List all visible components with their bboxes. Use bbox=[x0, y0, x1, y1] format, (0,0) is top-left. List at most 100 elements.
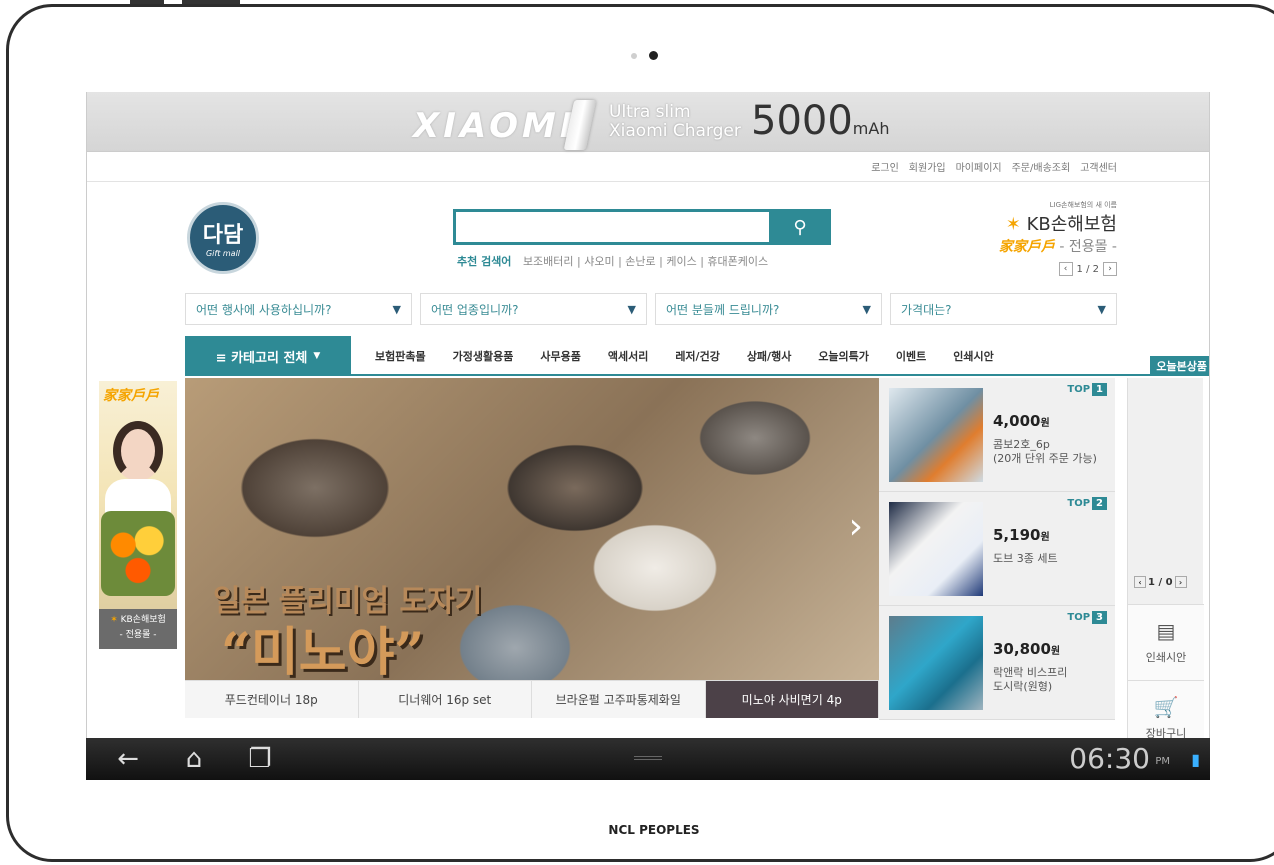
logo-text: 다담 bbox=[202, 223, 244, 248]
rank-label: TOP bbox=[1067, 612, 1091, 623]
search-button[interactable]: ⚲ bbox=[769, 209, 831, 245]
next-arrow-icon[interactable]: › bbox=[1103, 262, 1117, 276]
promo-line1: Ultra slim bbox=[609, 102, 691, 122]
rank-badge: TOP 3 bbox=[1067, 611, 1107, 624]
recent-pager: ‹ 1 / 0 › bbox=[1134, 576, 1187, 588]
site-header: 다담 Gift mall ⚲ 추천 검색어 보조배터리 | 샤오미 | 손난로 … bbox=[87, 182, 1209, 292]
nav-items: 보험판촉몰 가정생활용품 사무용품 액세서리 레저/건강 상패/행사 오늘의특가… bbox=[375, 348, 994, 364]
hero-tab-brown-pearl[interactable]: 브라운펄 고주파통제화일 bbox=[532, 681, 706, 718]
top-item[interactable]: TOP 3 30,800원 락앤락 비스프리 도시락(원형) bbox=[879, 606, 1115, 720]
rank-number: 1 bbox=[1092, 383, 1107, 396]
drawer-handle[interactable] bbox=[634, 756, 662, 760]
nav-item-household[interactable]: 가정생활용품 bbox=[453, 348, 514, 364]
rank-number: 2 bbox=[1092, 497, 1107, 510]
left-ad-kb-name: KB손해보험 bbox=[120, 615, 166, 625]
nav-item-print-proof[interactable]: 인쇄시안 bbox=[953, 348, 993, 364]
price-value: 30,800 bbox=[993, 640, 1051, 658]
filter-label: 가격대는? bbox=[901, 302, 952, 317]
recommended-keywords: 추천 검색어 보조배터리 | 샤오미 | 손난로 | 케이스 | 휴대폰케이스 bbox=[457, 253, 768, 269]
top-products: TOP 1 4,000원 콤보2호_6p (20개 단위 주문 가능) TOP 2 5… bbox=[879, 378, 1115, 720]
image-icon: ▤ bbox=[1156, 619, 1176, 643]
industry-filter[interactable]: 어떤 업종입니까? ▼ bbox=[420, 293, 647, 325]
main-nav: ≡ 카테고리 전체 ▼ 보험판촉몰 가정생활용품 사무용품 액세서리 레저/건강 … bbox=[185, 336, 1209, 376]
search-box[interactable]: ⚲ bbox=[453, 209, 831, 245]
rank-badge: TOP 1 bbox=[1067, 383, 1107, 396]
price-value: 5,190 bbox=[993, 526, 1041, 544]
top-item[interactable]: TOP 1 4,000원 콤보2호_6p (20개 단위 주문 가능) bbox=[879, 378, 1115, 492]
nav-item-accessories[interactable]: 액세서리 bbox=[608, 348, 648, 364]
mypage-link[interactable]: 마이페이지 bbox=[956, 159, 1002, 174]
status-ampm: PM bbox=[1155, 756, 1170, 767]
search-input[interactable] bbox=[456, 212, 756, 242]
price-unit: 원 bbox=[1040, 532, 1050, 543]
status-clock: 06:30 bbox=[1069, 742, 1150, 775]
order-tracking-link[interactable]: 주문/배송조회 bbox=[1012, 159, 1071, 174]
promo-banner[interactable]: XIAOMI Ultra slim Xiaomi Charger 5000mAh bbox=[87, 92, 1209, 152]
filter-label: 어떤 행사에 사용하십니까? bbox=[196, 302, 332, 317]
price-filter[interactable]: 가격대는? ▼ bbox=[890, 293, 1117, 325]
promo-capacity: 5000mAh bbox=[751, 98, 889, 144]
hero-tab-minoya[interactable]: 미노야 사비면기 4p bbox=[705, 681, 879, 718]
back-icon[interactable]: ← bbox=[104, 744, 152, 774]
system-nav-bar: ← ⌂ ❐ 06:30 PM ▮ bbox=[86, 738, 1210, 780]
nav-item-todays-deal[interactable]: 오늘의특가 bbox=[818, 348, 869, 364]
next-slide-icon[interactable]: › bbox=[849, 506, 863, 547]
site-logo[interactable]: 다담 Gift mall bbox=[187, 202, 259, 274]
cart-icon: 🛒 bbox=[1153, 695, 1179, 719]
keywords-list[interactable]: 보조배터리 | 샤오미 | 손난로 | 케이스 | 휴대폰케이스 bbox=[523, 255, 768, 268]
keywords-title: 추천 검색어 bbox=[457, 255, 512, 268]
utility-links: 로그인 회원가입 마이페이지 주문/배송조회 고객센터 bbox=[87, 152, 1209, 182]
promo-brand: XIAOMI bbox=[413, 106, 577, 146]
category-all-button[interactable]: ≡ 카테고리 전체 ▼ bbox=[185, 336, 351, 376]
home-icon[interactable]: ⌂ bbox=[170, 744, 218, 774]
signup-link[interactable]: 회원가입 bbox=[909, 159, 946, 174]
desc-line1: 도브 3종 세트 bbox=[993, 552, 1058, 565]
hero-tab-dinnerware[interactable]: 디너웨어 16p set bbox=[359, 681, 532, 718]
kb-star-icon: ✶ bbox=[110, 615, 118, 625]
recipient-filter[interactable]: 어떤 분들께 드립니까? ▼ bbox=[655, 293, 882, 325]
customer-center-link[interactable]: 고객센터 bbox=[1080, 159, 1117, 174]
kb-name-text: KB손해보험 bbox=[1026, 214, 1117, 235]
caret-down-icon: ▼ bbox=[1097, 302, 1106, 316]
desc-line2: 도시락(원형) bbox=[993, 680, 1053, 693]
rank-number: 3 bbox=[1092, 611, 1107, 624]
pager-dot-active[interactable] bbox=[649, 51, 658, 60]
product-price: 30,800원 bbox=[993, 640, 1060, 658]
top-item[interactable]: TOP 2 5,190원 도브 3종 세트 bbox=[879, 492, 1115, 606]
recent-page: 1 / 0 bbox=[1148, 576, 1173, 588]
product-image bbox=[889, 616, 983, 710]
nav-item-office[interactable]: 사무용품 bbox=[540, 348, 580, 364]
prev-arrow-icon[interactable]: ‹ bbox=[1058, 262, 1073, 276]
kb-name: ✶ KB손해보험 bbox=[999, 210, 1117, 236]
hero-tab-food-container[interactable]: 푸드컨테이너 18p bbox=[185, 681, 359, 718]
pager-dot[interactable] bbox=[631, 52, 637, 59]
nav-item-insurance[interactable]: 보험판촉몰 bbox=[375, 348, 426, 364]
nav-item-events[interactable]: 이벤트 bbox=[896, 348, 926, 364]
next-arrow-icon[interactable]: › bbox=[1174, 576, 1187, 588]
nav-item-plaques[interactable]: 상패/행사 bbox=[747, 348, 792, 364]
kb-subtitle: 家家戶戶 - 전용몰 - bbox=[999, 236, 1117, 256]
hero-banner[interactable]: 일본 플리미엄 도자기 “미노야” › bbox=[185, 378, 879, 680]
product-price: 5,190원 bbox=[993, 526, 1050, 544]
prev-arrow-icon[interactable]: ‹ bbox=[1134, 576, 1146, 588]
quick-label: 인쇄시안 bbox=[1145, 651, 1187, 664]
caret-down-icon: ▼ bbox=[313, 351, 321, 361]
caret-down-icon: ▼ bbox=[627, 302, 636, 316]
hero-tabs: 푸드컨테이너 18p 디너웨어 16p set 브라운펄 고주파통제화일 미노야… bbox=[185, 680, 879, 718]
kb-banner[interactable]: LIG손해보험의 새 이름 ✶ KB손해보험 家家戶戶 - 전용몰 - ‹ 1 … bbox=[999, 200, 1117, 276]
search-icon: ⚲ bbox=[793, 216, 807, 238]
model-photo bbox=[113, 421, 163, 481]
left-side-ad[interactable]: 家家戶戶 ✶ KB손해보험 - 전용몰 - bbox=[99, 381, 177, 649]
nav-item-leisure[interactable]: 레저/건강 bbox=[675, 348, 720, 364]
login-link[interactable]: 로그인 bbox=[871, 159, 899, 174]
recently-viewed-tag: 오늘본상품 bbox=[1150, 356, 1209, 376]
print-proof-button[interactable]: ▤ 인쇄시안 bbox=[1128, 604, 1204, 680]
left-ad-footer-line2: - 전용몰 - bbox=[119, 630, 157, 640]
product-price: 4,000원 bbox=[993, 412, 1050, 430]
product-image bbox=[889, 502, 983, 596]
recent-apps-icon[interactable]: ❐ bbox=[236, 744, 284, 774]
category-all-label: ≡ 카테고리 전체 bbox=[215, 350, 308, 366]
event-filter[interactable]: 어떤 행사에 사용하십니까? ▼ bbox=[185, 293, 412, 325]
desc-line1: 콤보2호_6p bbox=[993, 438, 1050, 451]
home-pager[interactable] bbox=[631, 51, 658, 60]
